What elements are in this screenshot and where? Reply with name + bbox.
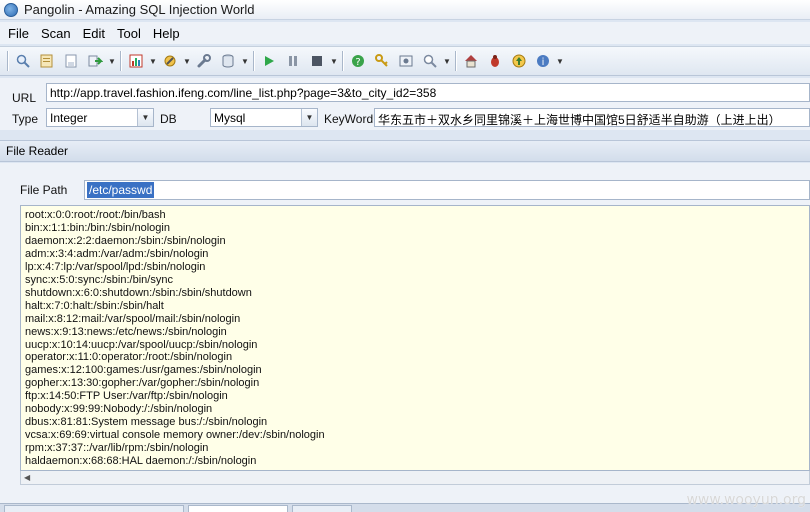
injection-params: URL http://app.travel.fashion.ifeng.com/… <box>0 78 810 130</box>
db-label: DB <box>160 112 177 126</box>
chevron-down-icon[interactable]: ▼ <box>137 109 153 126</box>
type-selected-value: Integer <box>50 111 88 125</box>
bug-icon[interactable] <box>484 50 506 72</box>
db-selected-value: Mysql <box>214 111 246 125</box>
file-content-line: adm:x:3:4:adm:/var/adm:/sbin/nologin <box>25 247 209 260</box>
play-icon[interactable] <box>258 50 280 72</box>
menu-help[interactable]: Help <box>147 26 186 41</box>
stop-icon[interactable] <box>306 50 328 72</box>
file-content-line: bin:x:1:1:bin:/bin:/sbin/nologin <box>25 221 170 234</box>
window-title: Pangolin - Amazing SQL Injection World <box>24 2 255 17</box>
watermark: www.wooyun.org <box>686 492 806 508</box>
save-icon[interactable] <box>60 50 82 72</box>
file-content-line: sync:x:5:0:sync:/sbin:/bin/sync <box>25 273 173 286</box>
scroll-left-arrow-icon[interactable]: ◀ <box>24 473 30 482</box>
help-icon[interactable]: ? <box>347 50 369 72</box>
chevron-down-icon[interactable]: ▼ <box>107 50 117 72</box>
toolbar-separator <box>342 51 343 71</box>
search-icon[interactable] <box>12 50 34 72</box>
wrench-icon[interactable] <box>193 50 215 72</box>
toolbar-separator <box>253 51 254 71</box>
open-file-icon[interactable] <box>36 50 58 72</box>
file-content-line: uucp:x:10:14:uucp:/var/spool/uucp:/sbin/… <box>25 338 258 351</box>
menu-bar: File Scan Edit Tool Help <box>0 22 810 44</box>
file-content-line: haldaemon:x:68:68:HAL daemon:/:/sbin/nol… <box>25 455 257 468</box>
chevron-down-icon[interactable]: ▼ <box>240 50 250 72</box>
menu-file[interactable]: File <box>2 26 35 41</box>
bottom-tab[interactable] <box>292 505 352 512</box>
db-select[interactable]: Mysql ▼ <box>210 108 318 127</box>
toolbar-separator <box>455 51 456 71</box>
toolbar: ▼ ▼ ▼ ▼ ▼ ? ▼ i ▼ <box>0 46 810 76</box>
file-content-line: games:x:12:100:games:/usr/games:/sbin/no… <box>25 364 262 377</box>
file-content-line: operator:x:11:0:operator:/root:/sbin/nol… <box>25 351 233 364</box>
horizontal-scrollbar[interactable]: ◀ <box>20 471 810 485</box>
url-label: URL <box>12 91 37 105</box>
title-bar: Pangolin - Amazing SQL Injection World <box>0 0 810 20</box>
upgrade-icon[interactable] <box>508 50 530 72</box>
file-path-value: /etc/passwd <box>87 182 155 198</box>
chart-icon[interactable] <box>125 50 147 72</box>
menu-edit[interactable]: Edit <box>77 26 111 41</box>
file-content-line: halt:x:7:0:halt:/sbin:/sbin/halt <box>25 299 164 312</box>
svg-text:?: ? <box>355 57 360 68</box>
file-content-area[interactable]: root:x:0:0:root:/root:/bin/bash bin:x:1:1… <box>20 205 810 471</box>
chevron-down-icon[interactable]: ▼ <box>329 50 339 72</box>
file-path-input[interactable]: /etc/passwd <box>84 180 810 200</box>
file-content-line: daemon:x:2:2:daemon:/sbin:/sbin/nologin <box>25 234 226 247</box>
toolbar-separator <box>120 51 121 71</box>
chevron-down-icon[interactable]: ▼ <box>442 50 452 72</box>
file-content-line: shutdown:x:6:0:shutdown:/sbin:/sbin/shut… <box>25 286 252 299</box>
settings-icon[interactable] <box>395 50 417 72</box>
file-content-line: lp:x:4:7:lp:/var/spool/lpd:/sbin/nologin <box>25 260 206 273</box>
file-content-line: vcsa:x:69:69:virtual console memory owne… <box>25 429 325 442</box>
magnify-icon[interactable] <box>419 50 441 72</box>
pause-icon[interactable] <box>282 50 304 72</box>
file-content-line: rpm:x:37:37::/var/lib/rpm:/sbin/nologin <box>25 442 209 455</box>
export-icon[interactable] <box>84 50 106 72</box>
file-content-line: root:x:0:0:root:/root:/bin/bash <box>25 209 166 221</box>
key-icon[interactable] <box>371 50 393 72</box>
file-reader-header: File Reader <box>0 140 810 162</box>
svg-text:i: i <box>542 57 545 68</box>
type-label: Type <box>12 112 39 126</box>
file-reader-panel: File Path /etc/passwd root:x:0:0:root:/r… <box>0 163 810 503</box>
pangolin-app-icon <box>4 2 18 17</box>
bottom-tab-active[interactable] <box>188 505 288 512</box>
chevron-down-icon[interactable]: ▼ <box>182 50 192 72</box>
keyword-label: KeyWord <box>324 112 374 126</box>
database-icon[interactable] <box>217 50 239 72</box>
home-icon[interactable] <box>460 50 482 72</box>
url-input[interactable]: http://app.travel.fashion.ifeng.com/line… <box>46 83 810 102</box>
file-content-line: gopher:x:13:30:gopher:/var/gopher:/sbin/… <box>25 377 260 390</box>
type-select[interactable]: Integer ▼ <box>46 108 154 127</box>
menu-tool[interactable]: Tool <box>111 26 147 41</box>
menu-scan[interactable]: Scan <box>35 26 77 41</box>
file-content-line: mail:x:8:12:mail:/var/spool/mail:/sbin/n… <box>25 312 241 325</box>
chevron-down-icon[interactable]: ▼ <box>148 50 158 72</box>
file-content-line: dbus:x:81:81:System message bus:/:/sbin/… <box>25 416 268 429</box>
toolbar-separator <box>7 51 8 71</box>
bottom-tab[interactable] <box>4 505 184 512</box>
panel-title: File Reader <box>6 144 69 158</box>
file-content-line: nobody:x:99:99:Nobody:/:/sbin/nologin <box>25 403 213 416</box>
info-icon[interactable]: i <box>532 50 554 72</box>
chevron-down-icon[interactable]: ▼ <box>555 50 565 72</box>
file-content-line: news:x:9:13:news:/etc/news:/sbin/nologin <box>25 325 227 338</box>
keyword-input[interactable]: 华东五市＋双水乡同里锦溪＋上海世博中国馆5日舒适半自助游（上进上出） <box>374 108 810 127</box>
tools-icon[interactable] <box>159 50 181 72</box>
chevron-down-icon[interactable]: ▼ <box>301 109 317 126</box>
file-path-label: File Path <box>20 183 68 197</box>
file-content-line: ftp:x:14:50:FTP User:/var/ftp:/sbin/nolo… <box>25 390 228 403</box>
